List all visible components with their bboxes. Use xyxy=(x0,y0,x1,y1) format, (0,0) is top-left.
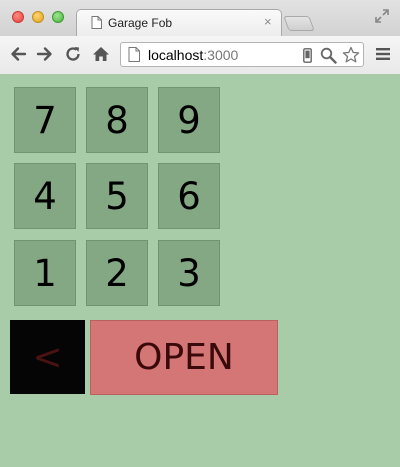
menu-icon[interactable] xyxy=(376,47,390,66)
window-close-icon[interactable] xyxy=(12,11,24,23)
url-text[interactable]: localhost:3000 xyxy=(148,47,238,63)
keypad-key-7[interactable]: 7 xyxy=(14,87,76,153)
window-minimize-icon[interactable] xyxy=(32,11,44,23)
tab-garage-fob[interactable]: Garage Fob × xyxy=(76,9,282,37)
keypad-key-2[interactable]: 2 xyxy=(86,240,148,306)
zoom-icon[interactable] xyxy=(320,47,337,69)
reload-icon[interactable] xyxy=(64,45,82,68)
keypad-key-6[interactable]: 6 xyxy=(158,163,220,229)
document-icon xyxy=(128,47,140,67)
fullscreen-icon[interactable] xyxy=(374,8,390,29)
browser-toolbar: localhost:3000 xyxy=(0,36,400,74)
tab-close-icon[interactable]: × xyxy=(264,15,272,29)
browser-chrome: Garage Fob × localhost:3000 xyxy=(0,0,400,74)
forward-arrow-icon[interactable] xyxy=(36,45,54,68)
backspace-button[interactable]: < xyxy=(10,320,85,394)
tab-strip: Garage Fob × xyxy=(0,0,400,37)
open-button[interactable]: OPEN xyxy=(90,320,278,395)
keypad-key-5[interactable]: 5 xyxy=(86,163,148,229)
mobile-device-icon[interactable] xyxy=(303,48,312,68)
url-port: :3000 xyxy=(203,47,239,63)
address-bar[interactable]: localhost:3000 xyxy=(120,42,364,67)
url-host: localhost xyxy=(148,47,204,63)
document-icon xyxy=(91,16,102,34)
keypad-key-1[interactable]: 1 xyxy=(14,240,76,306)
home-icon[interactable] xyxy=(92,45,110,68)
window-maximize-icon[interactable] xyxy=(52,11,64,23)
bookmark-star-icon[interactable] xyxy=(342,46,360,69)
tab-title: Garage Fob xyxy=(108,16,173,30)
back-arrow-icon[interactable] xyxy=(9,45,27,68)
keypad-key-9[interactable]: 9 xyxy=(158,87,220,153)
keypad-key-8[interactable]: 8 xyxy=(86,87,148,153)
keypad-key-3[interactable]: 3 xyxy=(158,240,220,306)
new-tab-button[interactable] xyxy=(283,16,315,31)
keypad-key-4[interactable]: 4 xyxy=(14,163,76,229)
